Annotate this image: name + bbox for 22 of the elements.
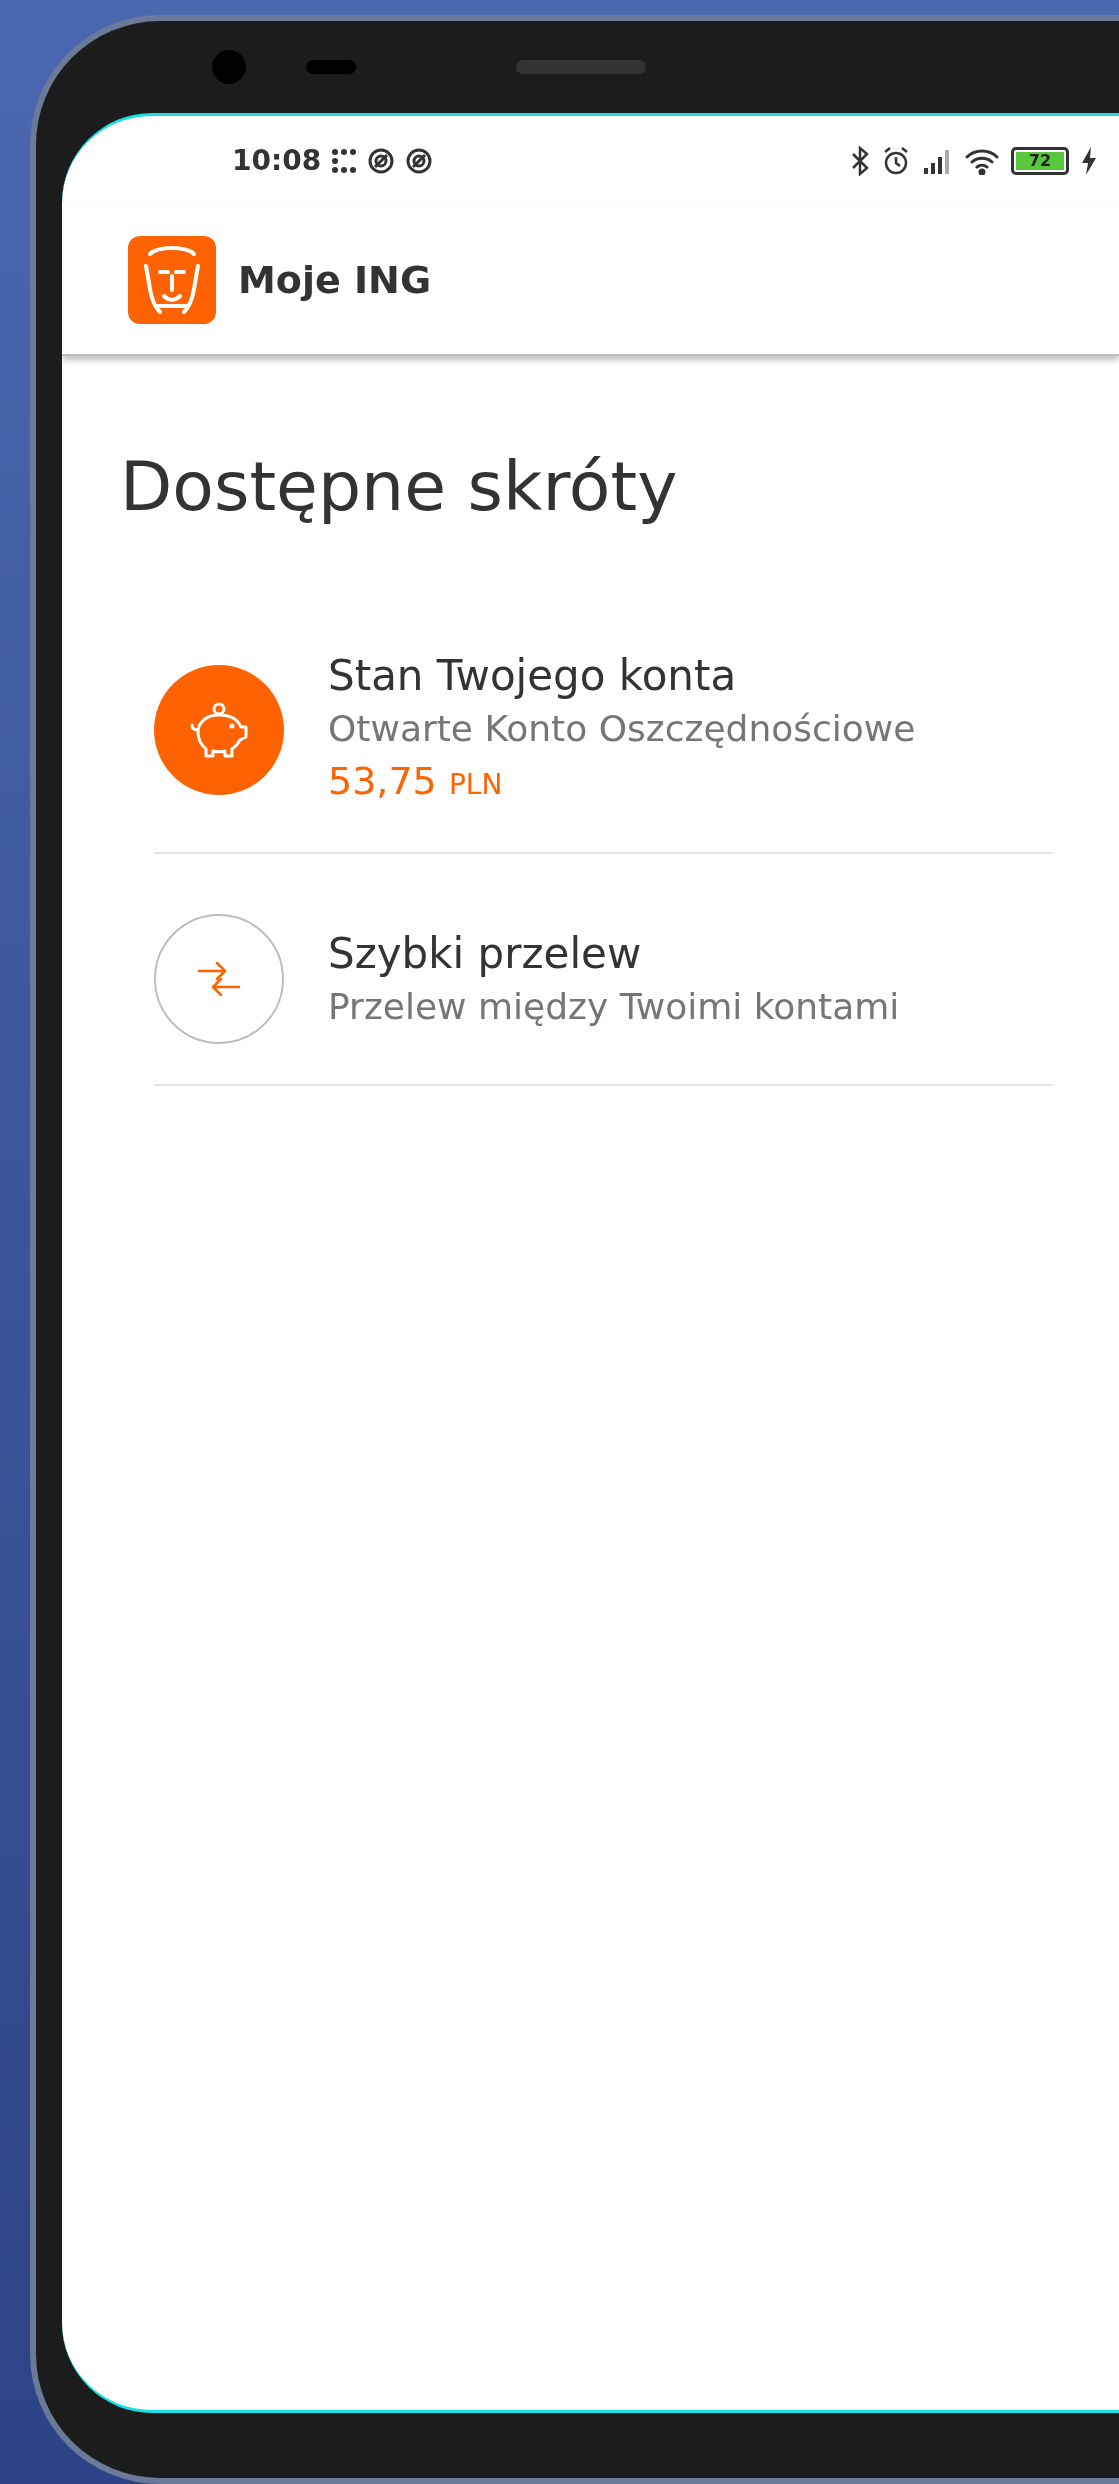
shortcut-subtitle: Otwarte Konto Oszczędnościowe xyxy=(328,707,916,751)
shortcut-item[interactable]: Szybki przelew Przelew między Twoimi kontami xyxy=(154,854,1053,1086)
app-title: Moje ING xyxy=(238,256,432,304)
shortcut-title: Szybki przelew xyxy=(328,928,643,980)
charging-bolt-icon xyxy=(1081,147,1097,175)
transfer-arrows-icon xyxy=(197,961,241,997)
camera-icon xyxy=(212,50,246,84)
shortcut-title: Stan Twojego konta xyxy=(328,650,738,702)
shortcut-item[interactable]: Stan Twojego konta Otwarte Konto Oszczędnościowe 53,75 PLN xyxy=(154,588,1053,854)
bluetooth-icon xyxy=(851,146,869,176)
shortcut-subtitle: Przelew między Twoimi kontami xyxy=(328,985,900,1029)
balance-amount: 53,75 PLN xyxy=(328,758,504,805)
page-title: Dostępne skróty xyxy=(120,446,679,528)
lion-logo-icon xyxy=(128,236,216,324)
dots-grid-icon xyxy=(331,148,358,174)
wifi-icon xyxy=(965,147,999,175)
battery-percent: 72 xyxy=(1016,152,1064,170)
piggy-bank-icon xyxy=(188,702,250,758)
circle-slash-icon xyxy=(405,147,434,175)
circle-slash-icon xyxy=(367,147,396,175)
sensor-icon xyxy=(306,60,356,74)
status-time: 10:08 xyxy=(232,143,322,179)
